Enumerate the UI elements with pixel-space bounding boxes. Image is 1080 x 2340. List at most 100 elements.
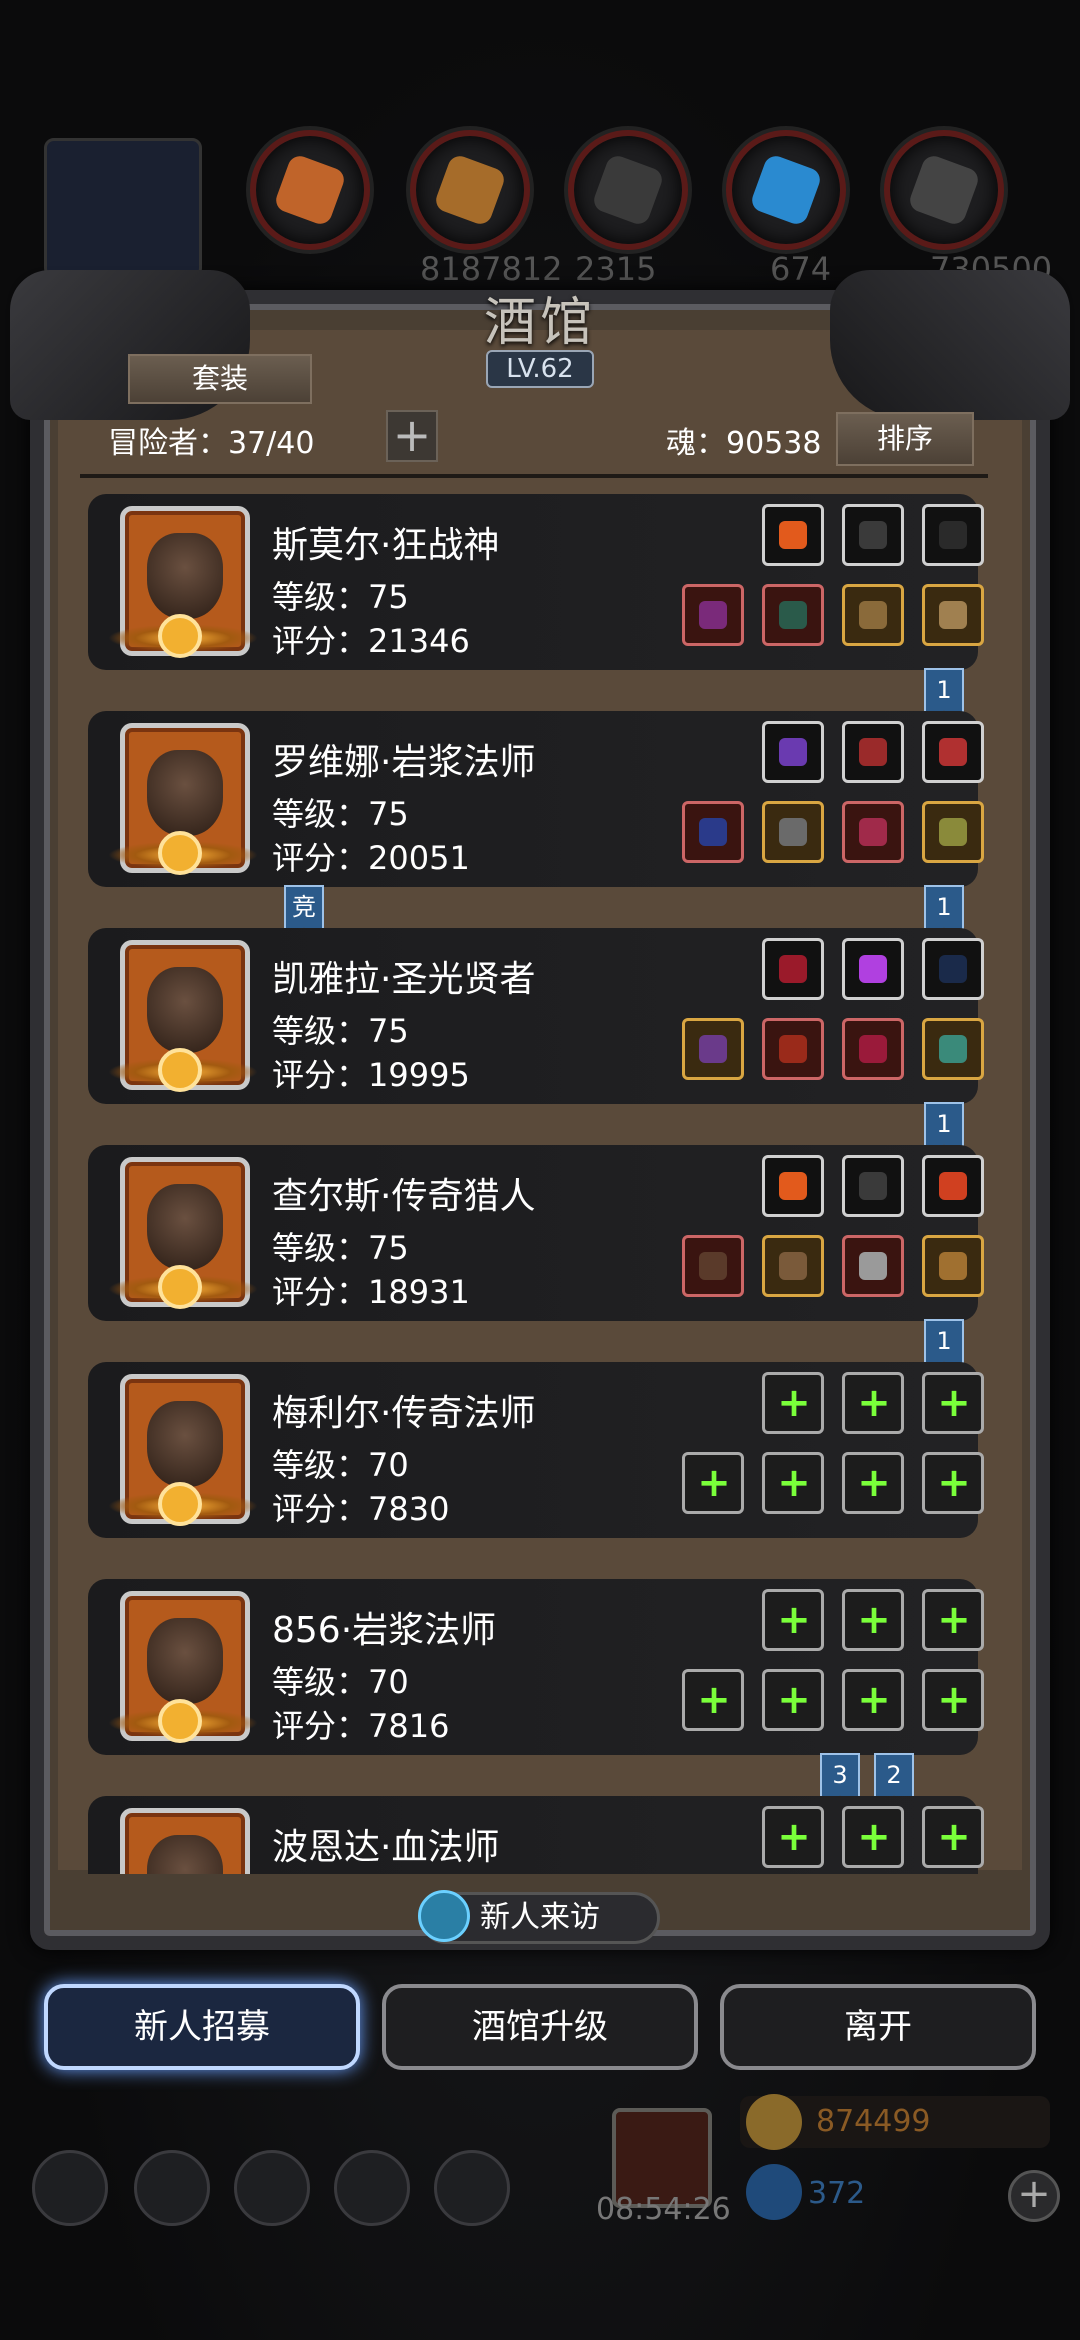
equip-slot[interactable] xyxy=(922,1018,984,1080)
equip-slot[interactable] xyxy=(922,1155,984,1217)
add-adventurer-button[interactable]: + xyxy=(386,410,438,462)
divider xyxy=(80,474,988,478)
empty-equip-slot[interactable]: + xyxy=(762,1669,824,1731)
equip-slot[interactable] xyxy=(842,504,904,566)
building-icon[interactable] xyxy=(234,2150,310,2226)
empty-equip-slot[interactable]: + xyxy=(762,1806,824,1868)
wood-resource-icon[interactable] xyxy=(410,130,530,250)
equipment-icon xyxy=(779,601,807,629)
soul-count: 魂：90538 xyxy=(666,426,822,461)
equip-slot[interactable] xyxy=(842,801,904,863)
rank-emblem-icon xyxy=(158,1482,202,1526)
upgrade-tavern-button[interactable]: 酒馆升级 xyxy=(382,1984,698,2070)
hero-avatar xyxy=(120,1808,250,1874)
equip-slot[interactable] xyxy=(682,1018,744,1080)
plus-icon: + xyxy=(857,1380,891,1426)
mail-icon[interactable] xyxy=(334,2150,410,2226)
shop-icon[interactable] xyxy=(434,2150,510,2226)
equipment-icon xyxy=(779,1172,807,1200)
empty-equip-slot[interactable]: + xyxy=(682,1669,744,1731)
rank-emblem-icon xyxy=(158,831,202,875)
empty-equip-slot[interactable]: + xyxy=(922,1806,984,1868)
equip-slot[interactable] xyxy=(842,1155,904,1217)
hero-list[interactable]: 斯莫尔·狂战神 等级：75 评分：21346 1 罗维娜·岩浆法师 等级：75 评分：200… xyxy=(70,484,1010,1874)
empty-equip-slot[interactable]: + xyxy=(842,1589,904,1651)
hero-face xyxy=(147,1401,223,1487)
plus-icon: + xyxy=(777,1380,811,1426)
empty-equip-slot[interactable]: + xyxy=(922,1669,984,1731)
equip-slot[interactable] xyxy=(842,938,904,1000)
empty-equip-slot[interactable]: + xyxy=(842,1452,904,1514)
equip-slot[interactable] xyxy=(922,1235,984,1297)
rank-emblem-icon xyxy=(158,1699,202,1743)
plus-icon: + xyxy=(777,1460,811,1506)
empty-equip-slot[interactable]: + xyxy=(922,1589,984,1651)
equipment-icon xyxy=(699,818,727,846)
empty-equip-slot[interactable]: + xyxy=(922,1372,984,1434)
equip-slot[interactable] xyxy=(842,1235,904,1297)
gold-coin-icon xyxy=(746,2094,802,2150)
iron-resource-icon[interactable] xyxy=(568,130,688,250)
equip-slot[interactable] xyxy=(922,938,984,1000)
equip-slot[interactable] xyxy=(842,584,904,646)
hero-card[interactable]: 波恩达·血法师 + + + xyxy=(88,1796,984,1874)
gift-timer: 08:54:26 xyxy=(596,2192,731,2227)
hero-card[interactable]: 查尔斯·传奇猎人 等级：75 评分：18931 xyxy=(88,1145,984,1321)
empty-equip-slot[interactable]: + xyxy=(762,1589,824,1651)
equip-slot[interactable] xyxy=(762,1235,824,1297)
equip-slot[interactable] xyxy=(762,584,824,646)
sort-button[interactable]: 排序 xyxy=(836,412,974,466)
plus-icon: + xyxy=(857,1597,891,1643)
player-portrait[interactable] xyxy=(44,138,202,278)
equip-slot[interactable] xyxy=(762,721,824,783)
equip-slot[interactable] xyxy=(762,1155,824,1217)
equip-slot[interactable] xyxy=(922,801,984,863)
equip-slot[interactable] xyxy=(762,1018,824,1080)
equip-slot[interactable] xyxy=(842,1018,904,1080)
hero-card[interactable]: 梅利尔·传奇法师 等级：70 评分：7830 + + + + + + + xyxy=(88,1362,984,1538)
stone-resource-icon[interactable] xyxy=(884,130,1004,250)
rank-emblem-icon xyxy=(158,1048,202,1092)
equip-slot[interactable] xyxy=(762,938,824,1000)
equipment-icon xyxy=(939,738,967,766)
equipment-icon xyxy=(859,1035,887,1063)
leave-button[interactable]: 离开 xyxy=(720,1984,1036,2070)
meat-resource-icon[interactable] xyxy=(250,130,370,250)
equip-slot[interactable] xyxy=(762,504,824,566)
hero-card[interactable]: 斯莫尔·狂战神 等级：75 评分：21346 xyxy=(88,494,984,670)
equip-slot[interactable] xyxy=(842,721,904,783)
equipment-icon xyxy=(699,1252,727,1280)
empty-equip-slot[interactable]: + xyxy=(762,1452,824,1514)
empty-equip-slot[interactable]: + xyxy=(922,1452,984,1514)
equip-slot[interactable] xyxy=(682,801,744,863)
equipment-icon xyxy=(699,601,727,629)
empty-equip-slot[interactable]: + xyxy=(762,1372,824,1434)
equip-slot[interactable] xyxy=(922,721,984,783)
empty-equip-slot[interactable]: + xyxy=(682,1452,744,1514)
tavern-level: LV.62 xyxy=(486,350,594,388)
hero-card[interactable]: 856·岩浆法师 等级：70 评分：7816 + + + + + + + xyxy=(88,1579,984,1755)
equipment-icon xyxy=(779,738,807,766)
outfit-button[interactable]: 套装 xyxy=(128,354,312,404)
empty-equip-slot[interactable]: + xyxy=(842,1372,904,1434)
hero-score: 评分：21346 xyxy=(272,622,470,660)
plus-icon: + xyxy=(937,1814,971,1860)
empty-equip-slot[interactable]: + xyxy=(842,1806,904,1868)
crystal-value: 674 xyxy=(770,250,832,288)
recruit-button[interactable]: 新人招募 xyxy=(44,1984,360,2070)
equip-slot[interactable] xyxy=(922,584,984,646)
add-currency-button[interactable]: + xyxy=(1008,2170,1060,2222)
hero-icon[interactable] xyxy=(134,2150,210,2226)
equip-slot[interactable] xyxy=(682,584,744,646)
gold-amount: 874499 xyxy=(816,2104,931,2139)
dragon-ornament-right xyxy=(830,270,1070,420)
crystal-resource-icon[interactable] xyxy=(726,130,846,250)
hero-card[interactable]: 罗维娜·岩浆法师 等级：75 评分：20051 xyxy=(88,711,984,887)
equip-slot[interactable] xyxy=(922,504,984,566)
settings-icon[interactable] xyxy=(32,2150,108,2226)
equip-slot[interactable] xyxy=(682,1235,744,1297)
empty-equip-slot[interactable]: + xyxy=(842,1669,904,1731)
hero-card[interactable]: 凯雅拉·圣光贤者 等级：75 评分：19995 xyxy=(88,928,984,1104)
equipment-icon xyxy=(779,1035,807,1063)
equip-slot[interactable] xyxy=(762,801,824,863)
